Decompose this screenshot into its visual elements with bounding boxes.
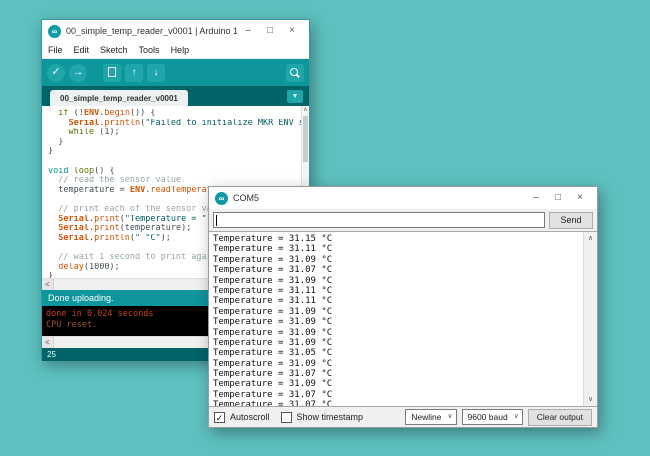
chevron-down-icon: ∨ xyxy=(447,413,453,420)
verify-icon: ✓ xyxy=(51,65,61,78)
serial-line: Temperature = 31.05 °C xyxy=(213,348,333,359)
serial-line: Temperature = 31.15 °C xyxy=(213,234,333,244)
upload-icon: → xyxy=(72,65,84,78)
serial-line: Temperature = 31.09 °C xyxy=(213,317,333,328)
code-line: // read the sensor value xyxy=(48,176,182,186)
scroll-left-icon[interactable]: < xyxy=(42,278,54,291)
upload-button[interactable]: → xyxy=(69,63,87,82)
serial-line: Temperature = 31.11 °C xyxy=(213,296,333,307)
close-button[interactable]: × xyxy=(281,22,303,40)
serial-title-bar[interactable]: ∞ COM5 – □ × xyxy=(209,187,597,209)
arduino-app-icon: ∞ xyxy=(215,191,228,205)
show-timestamp-checkbox[interactable] xyxy=(280,411,292,423)
baud-rate-select[interactable]: 9600 baud ∨ xyxy=(461,409,523,425)
serial-bottom-bar: ✓ Autoscroll Show timestamp Newline ∨ 960… xyxy=(209,407,597,427)
serial-output-area[interactable]: Temperature = 31.15 °C Temperature = 31.1… xyxy=(209,231,597,407)
line-ending-value: Newline xyxy=(411,412,442,422)
save-button[interactable]: ↓ xyxy=(147,63,165,82)
serial-input[interactable] xyxy=(213,212,545,228)
open-button[interactable]: ↑ xyxy=(125,63,143,82)
desktop: ∞ 00_simple_temp_reader_v0001 | Arduino … xyxy=(0,0,650,456)
scroll-left-icon[interactable]: < xyxy=(42,336,54,349)
minimize-button[interactable]: – xyxy=(525,189,547,207)
ide-toolbar: ✓ → ↑ ↓ xyxy=(42,59,309,86)
menu-file[interactable]: File xyxy=(48,45,63,55)
scroll-down-icon[interactable]: ∨ xyxy=(584,393,597,406)
serial-line: Temperature = 31.09 °C xyxy=(213,358,333,369)
serial-monitor-button[interactable] xyxy=(286,63,304,82)
save-icon: ↓ xyxy=(153,66,159,78)
maximize-button[interactable]: □ xyxy=(547,189,569,207)
sketch-tab[interactable]: 00_simple_temp_reader_v0001 xyxy=(50,90,188,106)
code-line: Serial.println("Failed to initialize MKR… xyxy=(68,118,301,128)
arduino-app-icon: ∞ xyxy=(48,24,61,38)
serial-line: Temperature = 31.09 °C xyxy=(213,254,333,265)
menu-help[interactable]: Help xyxy=(171,45,190,55)
menu-edit[interactable]: Edit xyxy=(74,45,90,55)
serial-monitor-window: ∞ COM5 – □ × Send Temperature = 31.15 °C… xyxy=(208,186,598,428)
serial-input-row: Send xyxy=(209,209,597,231)
verify-button[interactable]: ✓ xyxy=(47,63,65,82)
ide-menu-bar: File Edit Sketch Tools Help xyxy=(42,42,309,59)
ide-title-bar[interactable]: ∞ 00_simple_temp_reader_v0001 | Arduino … xyxy=(42,20,309,42)
baud-rate-value: 9600 baud xyxy=(467,412,508,422)
menu-sketch[interactable]: Sketch xyxy=(100,45,128,55)
text-caret xyxy=(216,215,217,226)
autoscroll-checkbox[interactable]: ✓ xyxy=(214,411,225,423)
code-line: } xyxy=(48,147,54,157)
serial-line: Temperature = 31.07 °C xyxy=(213,265,333,276)
serial-line: Temperature = 31.09 °C xyxy=(213,275,333,286)
code-line: void loop() { xyxy=(48,166,115,176)
serial-line: Temperature = 31.07 °C xyxy=(213,389,333,400)
serial-line: Temperature = 31.09 °C xyxy=(213,306,333,317)
code-line: if (!ENV.begin()) { xyxy=(58,109,156,118)
serial-line: Temperature = 31.07 °C xyxy=(213,400,333,407)
serial-vertical-scrollbar[interactable]: ∧ ∨ xyxy=(583,232,597,406)
menu-tools[interactable]: Tools xyxy=(139,45,160,55)
clear-output-button[interactable]: Clear output xyxy=(527,408,592,426)
send-button[interactable]: Send xyxy=(549,211,593,229)
maximize-button[interactable]: □ xyxy=(259,22,281,40)
scroll-up-icon[interactable]: ∧ xyxy=(302,106,309,115)
new-sketch-button[interactable] xyxy=(103,63,121,82)
code-line: } xyxy=(48,137,64,147)
serial-line: Temperature = 31.09 °C xyxy=(213,337,333,348)
ide-tab-bar: 00_simple_temp_reader_v0001 ▼ xyxy=(42,86,309,106)
autoscroll-label: Autoscroll xyxy=(230,412,270,422)
show-timestamp-label: Show timestamp xyxy=(296,412,364,422)
serial-output-lines: Temperature = 31.15 °C Temperature = 31.1… xyxy=(213,234,581,407)
chevron-down-icon: ∨ xyxy=(513,413,519,420)
serial-line: Temperature = 31.09 °C xyxy=(213,379,333,390)
scroll-up-icon[interactable]: ∧ xyxy=(584,232,597,245)
serial-line: Temperature = 31.07 °C xyxy=(213,369,333,380)
minimize-button[interactable]: – xyxy=(237,22,259,40)
serial-line: Temperature = 31.11 °C xyxy=(213,244,333,255)
tab-list-button[interactable]: ▼ xyxy=(287,90,303,103)
close-button[interactable]: × xyxy=(569,189,591,207)
open-icon: ↑ xyxy=(131,66,137,78)
serial-window-title: COM5 xyxy=(233,193,260,203)
serial-line: Temperature = 31.11 °C xyxy=(213,285,333,296)
scrollbar-thumb[interactable] xyxy=(303,116,308,162)
new-sketch-icon xyxy=(108,66,116,77)
serial-line: Temperature = 31.09 °C xyxy=(213,327,333,338)
code-line: while (1); xyxy=(68,128,120,138)
line-ending-select[interactable]: Newline ∨ xyxy=(405,409,457,425)
chevron-down-icon: ▼ xyxy=(291,93,299,100)
ide-window-title: 00_simple_temp_reader_v0001 | Arduino 1.… xyxy=(66,26,237,36)
